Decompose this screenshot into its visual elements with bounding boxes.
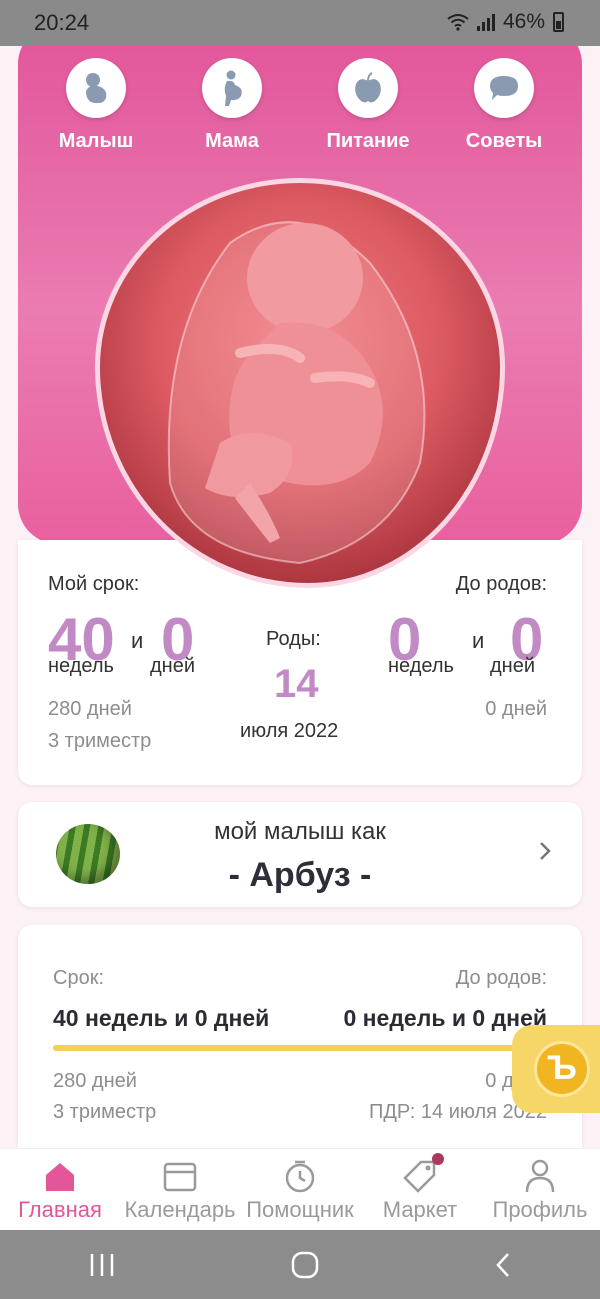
system-nav-bar [0, 1230, 600, 1299]
back-icon[interactable] [493, 1251, 513, 1279]
home-icon [46, 1163, 74, 1191]
tab-calendar[interactable]: Календарь [120, 1149, 240, 1230]
trimester: 3 триместр [53, 1101, 157, 1123]
top-nav-label: Мама [205, 130, 259, 152]
bonus-coin-button[interactable]: Ъ [512, 1025, 600, 1113]
top-nav-label: Питание [326, 130, 410, 152]
tab-profile[interactable]: Профиль [480, 1149, 600, 1230]
fruit-subtitle: мой малыш как [214, 818, 386, 845]
fetus-image [100, 183, 500, 583]
total-days: 280 дней [48, 698, 132, 720]
until-value: 0 недель и 0 дней [343, 1005, 547, 1031]
and-text: и [131, 628, 144, 653]
tab-label: Маркет [382, 1197, 458, 1222]
status-bar: 20:24 46% [0, 0, 600, 46]
total-days: 280 дней [53, 1070, 137, 1092]
status-time: 20:24 [34, 10, 90, 35]
coin-icon: Ъ [534, 1041, 590, 1097]
until-weeks-unit: недель [388, 655, 454, 677]
timer-icon [285, 1160, 315, 1193]
tab-label: Календарь [124, 1197, 236, 1222]
top-nav-label: Малыш [58, 130, 134, 152]
top-nav-nutrition[interactable]: Питание [308, 54, 428, 153]
battery-percent: 46% [502, 10, 545, 33]
profile-icon [525, 1159, 555, 1193]
term-label: Срок: [53, 967, 104, 989]
and-text: и [472, 628, 485, 653]
baby-icon [66, 58, 126, 118]
birth-day: 14 [274, 662, 319, 706]
trimester: 3 триместр [48, 730, 152, 752]
fruit-comparison-card[interactable]: мой малыш как - Арбуз - [18, 802, 582, 907]
term-value: 40 недель и 0 дней [53, 1005, 270, 1031]
tab-assistant[interactable]: Помощник [240, 1149, 360, 1230]
tab-label: Главная [18, 1197, 102, 1222]
apple-icon [338, 58, 398, 118]
recent-apps-icon[interactable] [87, 1252, 117, 1278]
birth-month: июля 2022 [240, 720, 339, 742]
top-nav-baby[interactable]: Малыш [36, 54, 156, 153]
pregnant-mother-icon [202, 58, 262, 118]
weeks-unit: недель [48, 655, 114, 677]
market-notification-dot [432, 1153, 444, 1165]
birth-label: Роды: [266, 628, 321, 650]
top-nav-mother[interactable]: Мама [172, 54, 292, 153]
tab-home[interactable]: Главная [0, 1149, 120, 1230]
until-days-unit: дней [490, 655, 536, 677]
progress-bar [53, 1045, 547, 1051]
bottom-nav: Главная Календарь Помощник Маркет Профил… [0, 1148, 600, 1230]
tag-icon [403, 1160, 436, 1193]
chevron-right-icon [540, 842, 551, 860]
battery-icon [553, 12, 564, 32]
calendar-icon [163, 1162, 197, 1192]
progress-card: Срок: До родов: 40 недель и 0 дней 0 нед… [18, 925, 582, 1160]
chat-bubble-icon [474, 58, 534, 118]
home-button-icon[interactable] [290, 1250, 320, 1280]
top-nav-label: Советы [465, 130, 543, 152]
tab-market[interactable]: Маркет [360, 1149, 480, 1230]
top-nav-tips[interactable]: Советы [444, 54, 564, 153]
wifi-icon [447, 14, 469, 31]
my-term-label: Мой срок: [48, 573, 140, 595]
tab-label: Помощник [246, 1197, 354, 1222]
status-right: 46% [447, 10, 564, 34]
days-unit: дней [150, 655, 196, 677]
until-label: До родов: [455, 573, 547, 595]
signal-icon [476, 13, 495, 31]
fruit-name: - Арбуз - [228, 856, 372, 894]
app-screen: 20:24 46% Малыш Мама Питание Советы Мой … [0, 0, 600, 1299]
until-total-days: 0 дней [485, 698, 547, 720]
until-label: До родов: [455, 967, 547, 989]
top-nav: Малыш Мама Питание Советы [18, 54, 582, 153]
tab-label: Профиль [492, 1197, 588, 1222]
